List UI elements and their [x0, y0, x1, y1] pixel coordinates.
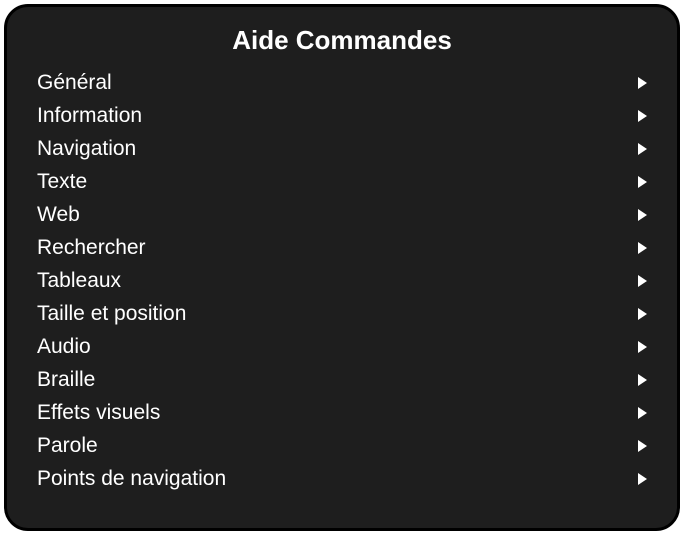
chevron-right-icon	[638, 77, 647, 89]
menu-item-label: Braille	[37, 368, 630, 392]
chevron-right-icon	[638, 308, 647, 320]
menu-item-points-de-navigation[interactable]: Points de navigation	[35, 462, 649, 495]
menu-item-label: Web	[37, 203, 630, 227]
menu-item-web[interactable]: Web	[35, 198, 649, 231]
menu-item-general[interactable]: Général	[35, 66, 649, 99]
chevron-right-icon	[638, 110, 647, 122]
menu-item-label: Rechercher	[37, 236, 630, 260]
menu-item-label: Information	[37, 104, 630, 128]
menu-item-label: Audio	[37, 335, 630, 359]
menu-item-label: Texte	[37, 170, 630, 194]
menu-list: Général Information Navigation Texte Web…	[35, 66, 649, 510]
menu-item-tableaux[interactable]: Tableaux	[35, 264, 649, 297]
help-commands-panel: Aide Commandes Général Information Navig…	[4, 4, 680, 531]
menu-item-label: Général	[37, 71, 630, 95]
menu-item-label: Navigation	[37, 137, 630, 161]
menu-item-label: Taille et position	[37, 302, 630, 326]
chevron-right-icon	[638, 407, 647, 419]
panel-title: Aide Commandes	[35, 19, 649, 66]
menu-item-rechercher[interactable]: Rechercher	[35, 231, 649, 264]
menu-item-information[interactable]: Information	[35, 99, 649, 132]
chevron-right-icon	[638, 341, 647, 353]
menu-item-texte[interactable]: Texte	[35, 165, 649, 198]
menu-item-navigation[interactable]: Navigation	[35, 132, 649, 165]
chevron-right-icon	[638, 242, 647, 254]
menu-item-taille-et-position[interactable]: Taille et position	[35, 297, 649, 330]
menu-item-label: Parole	[37, 434, 630, 458]
menu-item-label: Effets visuels	[37, 401, 630, 425]
chevron-right-icon	[638, 275, 647, 287]
chevron-right-icon	[638, 176, 647, 188]
chevron-right-icon	[638, 473, 647, 485]
menu-item-parole[interactable]: Parole	[35, 429, 649, 462]
chevron-right-icon	[638, 143, 647, 155]
chevron-right-icon	[638, 209, 647, 221]
menu-item-audio[interactable]: Audio	[35, 330, 649, 363]
menu-item-effets-visuels[interactable]: Effets visuels	[35, 396, 649, 429]
menu-item-label: Tableaux	[37, 269, 630, 293]
menu-item-label: Points de navigation	[37, 467, 630, 491]
chevron-right-icon	[638, 374, 647, 386]
menu-item-braille[interactable]: Braille	[35, 363, 649, 396]
chevron-right-icon	[638, 440, 647, 452]
